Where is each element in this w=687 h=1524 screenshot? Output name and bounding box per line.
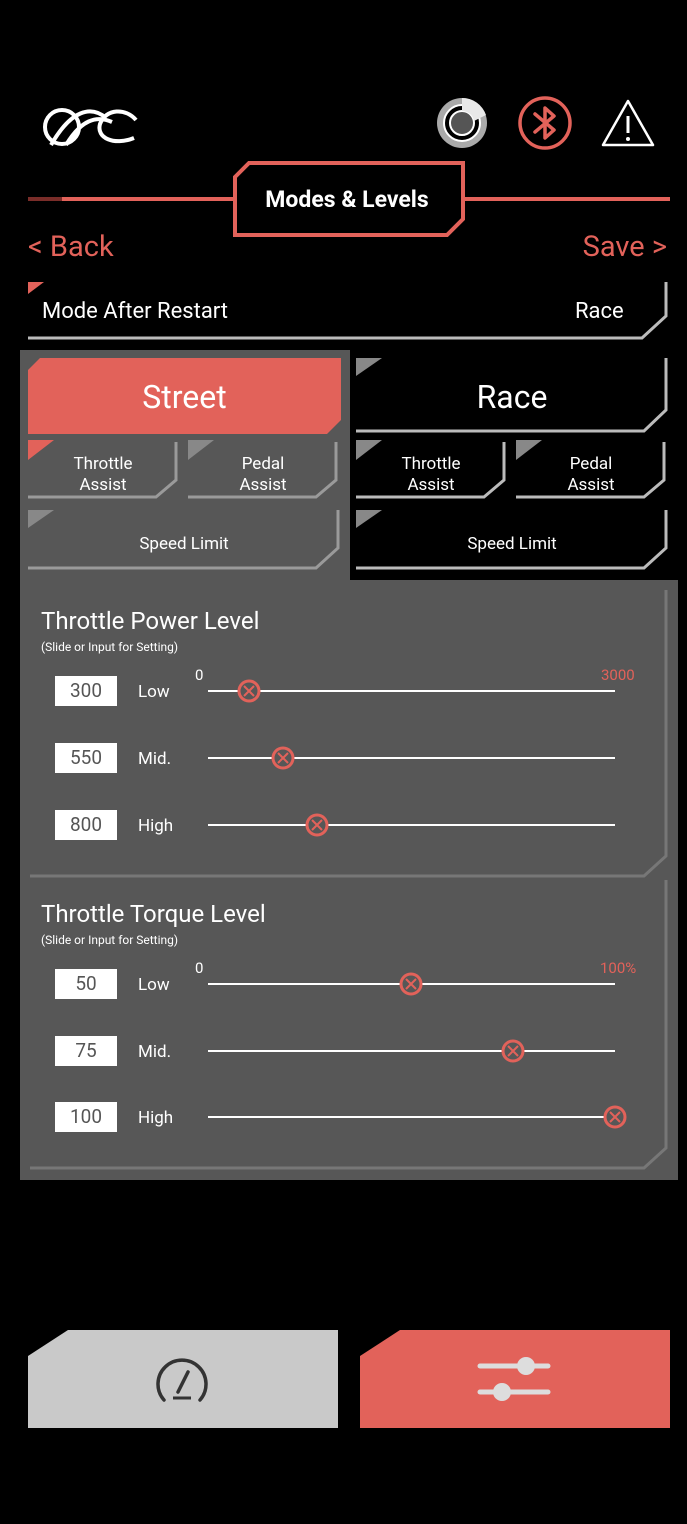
throttle-torque-low-knob[interactable] [399,972,423,996]
warning-icon[interactable] [600,95,656,151]
throttle-torque-min-label: 0 [195,959,204,977]
throttle-torque-mid-slider[interactable] [208,1050,615,1052]
street-mode-label: Street [142,378,227,416]
race-throttle-assist-label: Throttle Assist [401,454,461,495]
street-speed-limit-button[interactable]: Speed Limit [28,510,340,572]
throttle-power-subtitle: (Slide or Input for Setting) [41,640,179,654]
title-line-right [465,197,670,201]
throttle-torque-high-knob[interactable] [603,1105,627,1129]
throttle-power-low-slider[interactable] [208,690,615,692]
bluetooth-icon[interactable] [517,95,573,151]
throttle-torque-high-slider[interactable] [208,1116,615,1118]
throttle-power-low-input[interactable]: 300 [55,676,117,706]
race-pedal-assist-button[interactable]: Pedal Assist [516,440,668,500]
page-title: Modes & Levels [265,186,429,213]
throttle-power-mid-slider[interactable] [208,757,615,759]
throttle-power-title: Throttle Power Level [41,607,260,635]
throttle-power-high-slider[interactable] [208,824,615,826]
throttle-torque-low-input[interactable]: 50 [55,969,117,999]
gauge-icon [152,1352,212,1412]
throttle-power-high-knob[interactable] [305,813,329,837]
street-speed-limit-label: Speed Limit [139,534,229,554]
brake-disc-icon[interactable] [434,95,490,151]
race-throttle-assist-button[interactable]: Throttle Assist [356,440,508,500]
throttle-torque-mid-knob[interactable] [501,1039,525,1063]
throttle-torque-high-label: High [138,1108,174,1128]
throttle-power-low-knob[interactable] [237,679,261,703]
throttle-torque-mid-input[interactable]: 75 [55,1036,117,1066]
mode-after-restart-value[interactable]: Race [575,299,624,324]
race-speed-limit-label: Speed Limit [467,534,557,554]
brand-logo-icon [36,100,141,150]
throttle-torque-low-label: Low [138,975,170,995]
street-pedal-assist-button[interactable]: Pedal Assist [188,440,340,500]
throttle-torque-max-label: 100% [600,959,637,977]
settings-tab-button[interactable] [360,1330,670,1428]
street-throttle-assist-label: Throttle Assist [73,454,133,495]
throttle-power-high-label: High [138,816,174,836]
street-pedal-assist-label: Pedal Assist [239,454,287,495]
throttle-torque-title: Throttle Torque Level [41,900,266,928]
throttle-torque-mid-label: Mid. [138,1042,172,1062]
save-button[interactable]: Save > [583,230,667,264]
street-throttle-assist-button[interactable]: Throttle Assist [28,440,180,500]
throttle-power-mid-label: Mid. [138,749,172,769]
throttle-power-high-input[interactable]: 800 [55,810,117,840]
levels-panel [20,580,678,1180]
street-mode-button[interactable]: Street [28,358,341,434]
title-line-accent [28,197,62,201]
throttle-torque-subtitle: (Slide or Input for Setting) [41,933,179,947]
sliders-icon [476,1350,552,1410]
race-mode-button[interactable]: Race [356,358,668,434]
back-button[interactable]: < Back [28,230,114,264]
throttle-power-low-label: Low [138,682,170,702]
throttle-power-mid-knob[interactable] [271,746,295,770]
race-speed-limit-button[interactable]: Speed Limit [356,510,668,572]
throttle-power-min-label: 0 [195,666,204,684]
throttle-torque-high-input[interactable]: 100 [55,1102,117,1132]
race-pedal-assist-label: Pedal Assist [567,454,615,495]
race-mode-label: Race [476,378,548,416]
throttle-power-max-label: 3000 [601,666,635,684]
throttle-power-mid-input[interactable]: 550 [55,743,117,773]
dashboard-tab-button[interactable] [28,1330,338,1428]
mode-after-restart-label: Mode After Restart [42,299,228,324]
